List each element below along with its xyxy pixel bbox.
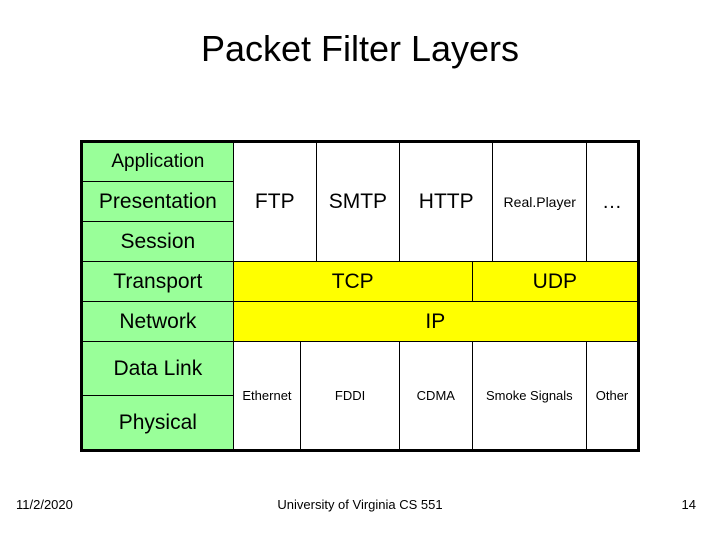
- layer-datalink: Data Link: [82, 342, 234, 396]
- app-ftp: FTP: [233, 142, 316, 262]
- transport-udp: UDP: [472, 262, 638, 302]
- network-ip: IP: [233, 302, 638, 342]
- layer-presentation: Presentation: [82, 182, 234, 222]
- layer-application: Application: [82, 142, 234, 182]
- slide-title: Packet Filter Layers: [0, 28, 720, 70]
- link-fddi: FDDI: [301, 342, 400, 451]
- app-more: …: [586, 142, 638, 262]
- link-cdma: CDMA: [399, 342, 472, 451]
- footer-source: University of Virginia CS 551: [0, 497, 720, 512]
- link-smoke: Smoke Signals: [472, 342, 586, 451]
- link-other: Other: [586, 342, 638, 451]
- layer-transport: Transport: [82, 262, 234, 302]
- app-http: HTTP: [399, 142, 493, 262]
- app-realplayer: Real.Player: [493, 142, 587, 262]
- layer-network: Network: [82, 302, 234, 342]
- app-smtp: SMTP: [316, 142, 399, 262]
- layer-session: Session: [82, 222, 234, 262]
- transport-tcp: TCP: [233, 262, 472, 302]
- footer-page-number: 14: [682, 497, 696, 512]
- layer-physical: Physical: [82, 396, 234, 451]
- slide: Packet Filter Layers Application FTP SMT…: [0, 0, 720, 540]
- link-ethernet: Ethernet: [233, 342, 301, 451]
- layers-table: Application FTP SMTP HTTP Real.Player … …: [80, 140, 640, 452]
